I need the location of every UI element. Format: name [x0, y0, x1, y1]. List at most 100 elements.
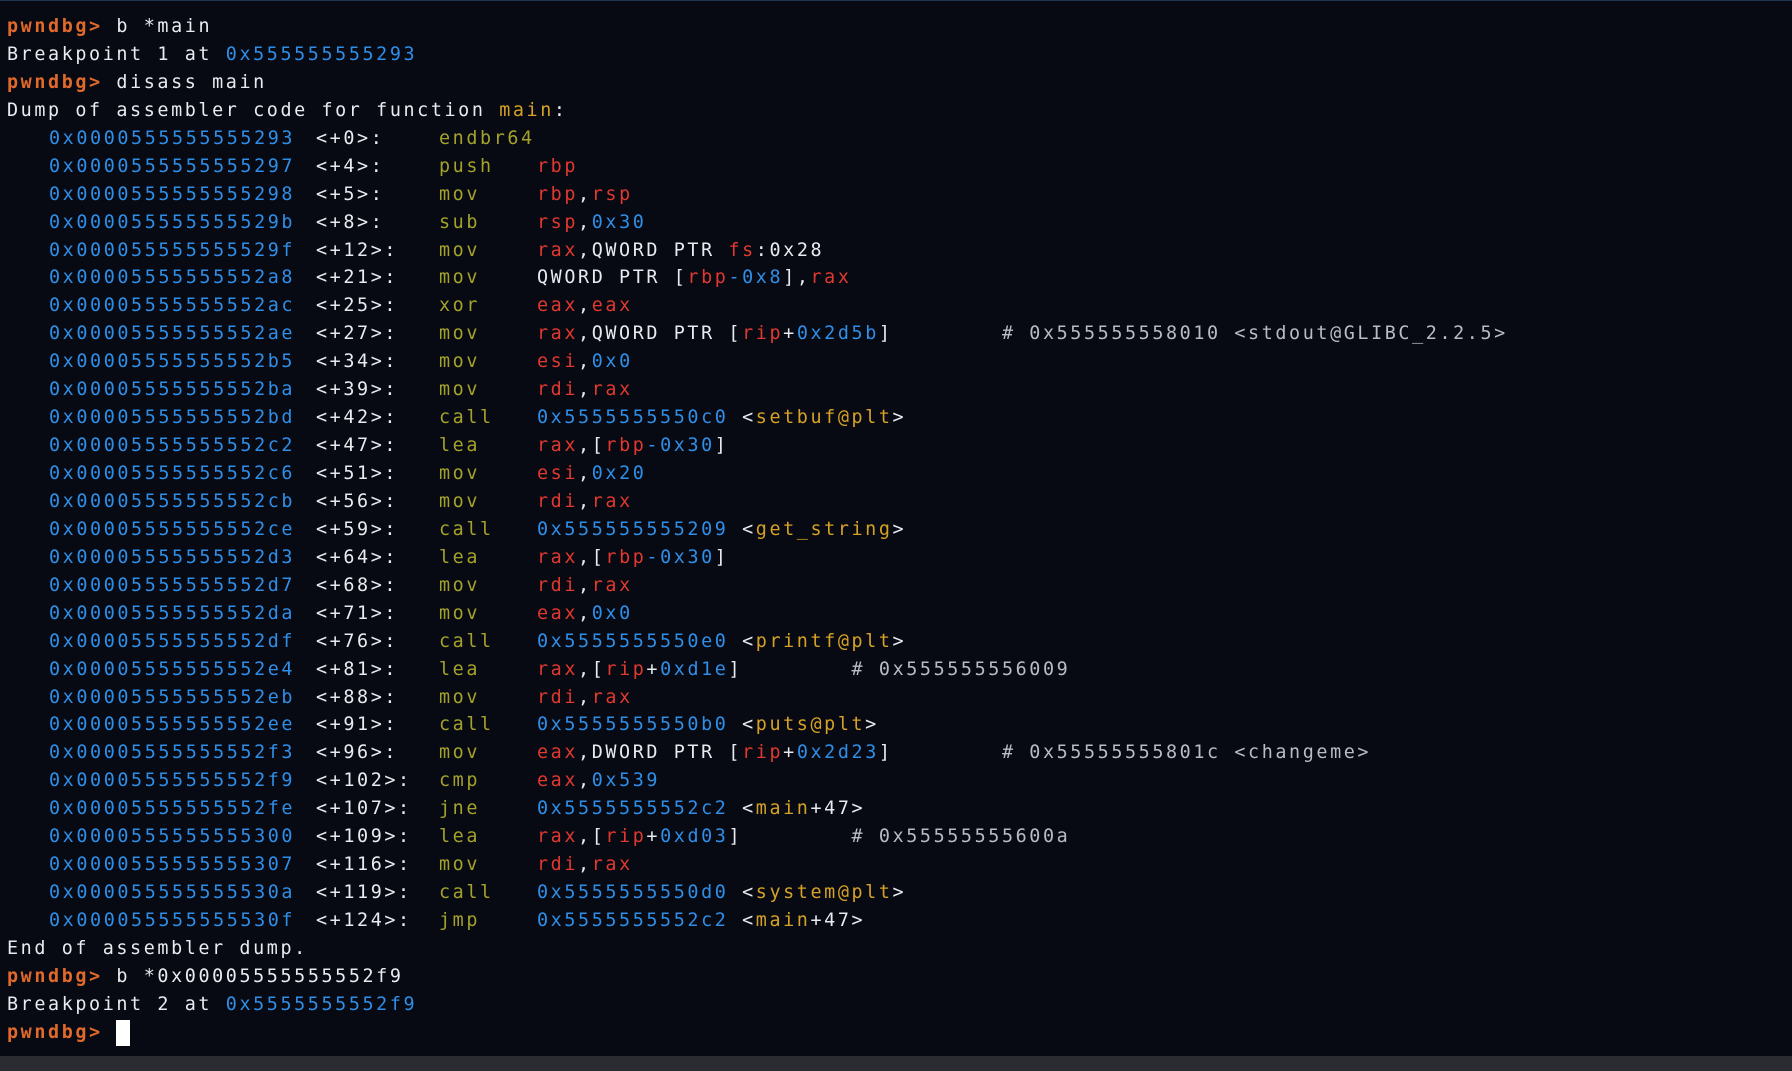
- asm-line: 0x00005555555552da <+71>: mov eax,0x0: [7, 600, 1508, 628]
- instruction-operand: >: [892, 630, 907, 652]
- instruction-operand: rax: [537, 546, 579, 568]
- instruction-operand: ,: [578, 686, 592, 708]
- instruction-operand: rip: [742, 323, 784, 345]
- instruction-mnemonic: mov: [439, 239, 481, 261]
- instruction-operand: rbp: [687, 267, 729, 289]
- instruction-offset: <+5>:: [316, 183, 385, 205]
- instruction-operand: main: [755, 798, 811, 820]
- instruction-mnemonic: mov: [439, 463, 481, 484]
- prompt: pwndbg>: [7, 1021, 103, 1043]
- instruction-operand: ]: [714, 546, 729, 568]
- instruction-address: 0x00005555555552da: [49, 602, 296, 624]
- instruction-operand: ,[: [578, 435, 606, 457]
- window-bottom-bar: [0, 1056, 1792, 1071]
- instruction-operand: eax: [537, 602, 579, 624]
- instruction-offset: <+47>:: [316, 435, 399, 457]
- instruction-operand: 0x5555555550b0: [537, 714, 729, 736]
- instruction-operand: ,: [578, 463, 592, 484]
- instruction-operand: 0x0: [591, 602, 633, 624]
- instruction-mnemonic: call: [439, 518, 494, 540]
- instruction-operand: -0x30: [646, 435, 715, 457]
- instruction-mnemonic: mov: [439, 351, 481, 373]
- instruction-address: 0x00005555555552b5: [49, 351, 296, 373]
- instruction-operand: ,[: [578, 658, 606, 680]
- asm-line: 0x00005555555552ac <+25>: xor eax,eax: [7, 292, 1508, 320]
- instruction-operand: -0x30: [646, 546, 715, 568]
- instruction-mnemonic: jmp: [439, 910, 481, 931]
- terminal-output: pwndbg> b *main Breakpoint 1 at 0x555555…: [7, 13, 1508, 1047]
- instruction-operand: ]: [714, 435, 729, 457]
- instruction-operand: rdi: [537, 574, 579, 596]
- instruction-operand: ,DWORD PTR [: [578, 742, 743, 764]
- instruction-mnemonic: mov: [439, 323, 481, 345]
- instruction-operand: ,: [578, 211, 592, 233]
- instruction-operand: get_string: [755, 518, 893, 540]
- terminal-input-line[interactable]: pwndbg>: [7, 1019, 1508, 1047]
- text-cursor[interactable]: [116, 1019, 131, 1046]
- terminal-window[interactable]: pwndbg> b *main Breakpoint 1 at 0x555555…: [0, 0, 1792, 1056]
- instruction-offset: <+71>:: [316, 602, 399, 624]
- terminal-line-cmd1: pwndbg> b *main: [7, 13, 1508, 41]
- instruction-operand: ,[: [578, 546, 606, 568]
- instruction-operand: +: [783, 742, 797, 764]
- instruction-operand: ]: [728, 826, 743, 848]
- instruction-operand: >: [892, 518, 907, 540]
- instruction-offset: <+102>:: [316, 770, 412, 792]
- instruction-address: 0x00005555555552df: [49, 630, 296, 652]
- instruction-operand: rax: [810, 267, 852, 289]
- instruction-mnemonic: endbr64: [439, 127, 535, 149]
- instruction-address: 0x00005555555552ce: [49, 518, 296, 540]
- asm-line: 0x00005555555552ae <+27>: mov rax,QWORD PTR…: [7, 320, 1508, 348]
- asm-line: 0x00005555555552f3 <+96>: mov eax,DWORD PTR…: [7, 739, 1508, 767]
- instruction-operand: rdi: [537, 379, 579, 401]
- instruction-operand: ],: [783, 267, 811, 289]
- instruction-mnemonic: mov: [439, 602, 481, 624]
- instruction-mnemonic: mov: [439, 854, 481, 876]
- instruction-mnemonic: cmp: [439, 770, 481, 792]
- instruction-offset: <+21>:: [316, 267, 399, 289]
- instruction-operand: eax: [537, 742, 579, 764]
- instruction-address: 0x00005555555552d3: [49, 546, 296, 568]
- asm-line: 0x00005555555552ce <+59>: call 0x5555555552…: [7, 516, 1508, 544]
- asm-line: 0x0000555555555307 <+116>: mov rdi,rax: [7, 851, 1508, 879]
- instruction-mnemonic: call: [439, 882, 494, 904]
- instruction-operand: rdi: [537, 490, 579, 512]
- instruction-operand: ,[: [578, 826, 606, 848]
- instruction-operand: rax: [537, 239, 579, 261]
- instruction-address: 0x00005555555552ae: [49, 323, 296, 345]
- instruction-operand: ,: [578, 854, 592, 876]
- asm-line: 0x00005555555552cb <+56>: mov rdi,rax: [7, 488, 1508, 516]
- asm-line: 0x00005555555552df <+76>: call 0x5555555550…: [7, 628, 1508, 656]
- instruction-mnemonic: lea: [439, 826, 481, 848]
- instruction-operand: ]: [728, 658, 743, 680]
- instruction-offset: <+0>:: [316, 127, 385, 149]
- terminal-line-bp2: Breakpoint 2 at 0x5555555552f9: [7, 991, 1508, 1019]
- instruction-operand: :0x28: [755, 239, 825, 261]
- instruction-mnemonic: lea: [439, 658, 481, 680]
- instruction-comment: # 0x555555558010 <stdout@GLIBC_2.2.5>: [892, 323, 1508, 345]
- instruction-address: 0x00005555555552eb: [49, 686, 296, 708]
- instruction-address: 0x0000555555555300: [49, 826, 296, 848]
- instruction-address: 0x0000555555555293: [49, 127, 296, 149]
- instruction-operand: <: [728, 407, 756, 429]
- instruction-operand: <: [728, 882, 756, 904]
- terminal-line-bp1: Breakpoint 1 at 0x555555555293: [7, 41, 1508, 69]
- instruction-operand: rdi: [537, 686, 579, 708]
- asm-line: 0x00005555555552f9 <+102>: cmp eax,0x539: [7, 767, 1508, 795]
- asm-line: 0x00005555555552b5 <+34>: mov esi,0x0: [7, 348, 1508, 376]
- instruction-operand: ,QWORD PTR: [578, 239, 729, 261]
- instruction-operand: rax: [591, 574, 633, 596]
- instruction-operand: 0x30: [591, 211, 647, 233]
- instruction-operand: setbuf@plt: [755, 407, 893, 429]
- instruction-operand: rsp: [591, 183, 633, 205]
- instruction-operand: 0x555555555209: [537, 518, 729, 540]
- instruction-operand: rip: [605, 826, 647, 848]
- instruction-operand: QWORD PTR [: [537, 267, 688, 289]
- instruction-address: 0x00005555555552c2: [49, 435, 296, 457]
- instruction-offset: <+64>:: [316, 546, 399, 568]
- disassembly-listing: 0x0000555555555293 <+0>: endbr64 0x00005555…: [7, 125, 1508, 935]
- instruction-operand: rax: [591, 686, 633, 708]
- asm-line: 0x000055555555530a <+119>: call 0x555555555…: [7, 879, 1508, 907]
- instruction-mnemonic: mov: [439, 183, 481, 205]
- instruction-operand: printf@plt: [755, 630, 893, 652]
